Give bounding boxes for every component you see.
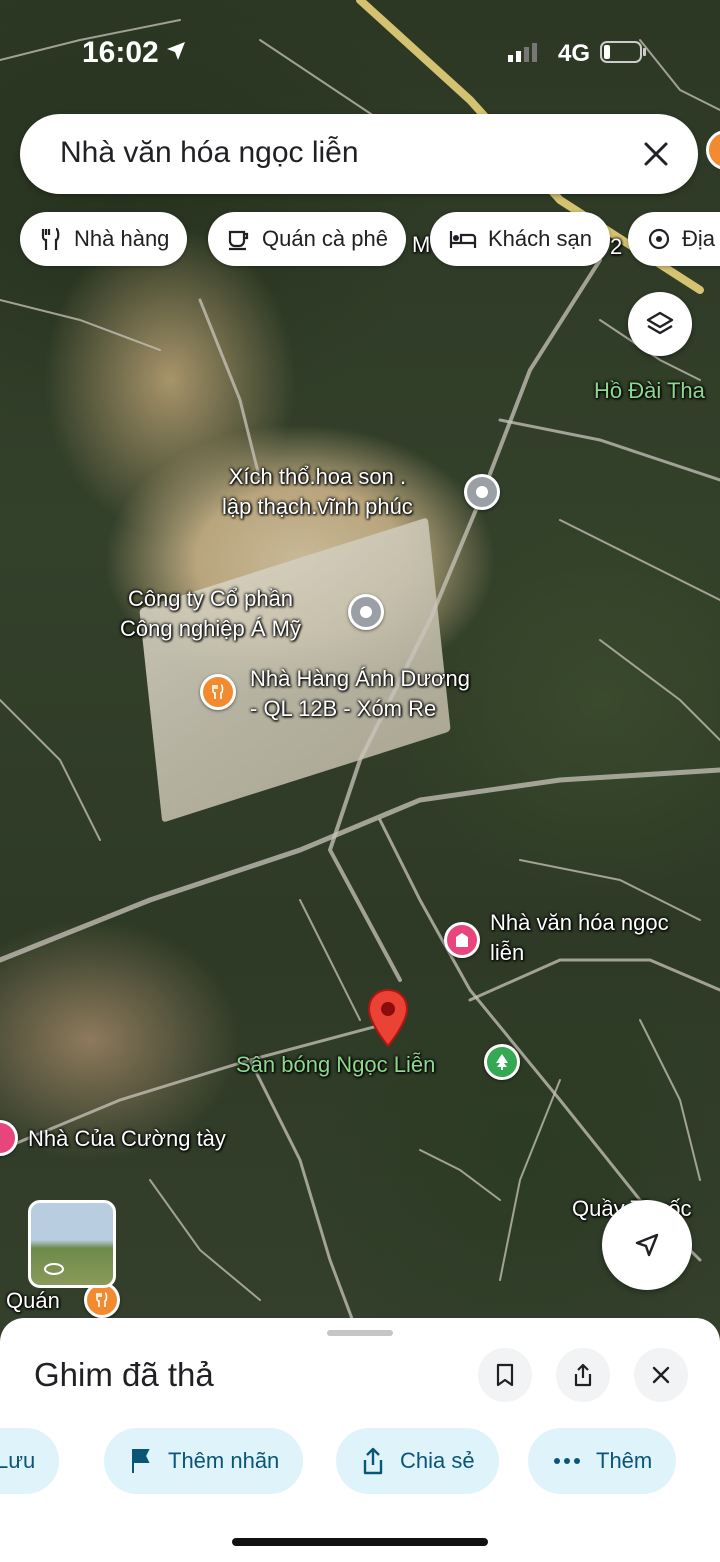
more-action-button[interactable]: Thêm	[528, 1428, 677, 1494]
map-label-partial-m: M	[412, 232, 431, 257]
more-icon	[554, 1458, 580, 1464]
map-label-ho-dai[interactable]: Hồ Đài Tha	[594, 376, 705, 406]
poi-pin-culture[interactable]	[444, 922, 480, 958]
location-arrow-icon	[167, 42, 185, 60]
poi-pin-park[interactable]	[484, 1044, 520, 1080]
status-bar: 16:02 4G	[0, 0, 720, 100]
action-label: Lưu	[0, 1448, 36, 1473]
share-action-button[interactable]: Chia sẻ	[336, 1428, 499, 1494]
poi-pin-restaurant[interactable]	[200, 674, 236, 710]
poi-pin-gray[interactable]	[348, 594, 384, 630]
dot-icon	[360, 606, 372, 618]
chip-attractions[interactable]: Địa	[628, 212, 720, 266]
action-label: Thêm nhãn	[168, 1448, 280, 1473]
action-label: Chia sẻ	[400, 1448, 475, 1473]
close-icon	[652, 1366, 670, 1384]
chip-coffee[interactable]: Quán cà phê	[208, 212, 406, 266]
restaurant-icon	[212, 684, 224, 699]
chip-label: Nhà hàng	[74, 226, 170, 251]
hotel-icon	[449, 231, 477, 248]
rotate-360-icon	[44, 1263, 64, 1275]
close-sheet-button[interactable]	[634, 1348, 688, 1402]
dropped-pin-icon[interactable]	[366, 988, 410, 1050]
map-view[interactable]: Hồ Đài Tha Xích thổ.hoa son . lập thạch.…	[0, 0, 720, 1340]
save-icon-button[interactable]	[478, 1348, 532, 1402]
share-icon-button[interactable]	[556, 1348, 610, 1402]
building-icon	[456, 933, 468, 947]
save-action-button[interactable]: Lưu	[0, 1428, 60, 1494]
sheet-drag-handle[interactable]	[327, 1330, 393, 1336]
tree-icon	[496, 1054, 508, 1070]
chip-label: Địa	[682, 226, 716, 251]
add-label-action-button[interactable]: Thêm nhãn	[104, 1428, 304, 1494]
map-label-partial-2: 2	[610, 234, 623, 259]
action-label: Thêm	[596, 1448, 653, 1473]
coffee-icon	[228, 230, 249, 251]
restaurant-icon	[41, 227, 60, 250]
chip-label: Quán cà phê	[262, 226, 388, 251]
chip-hotels[interactable]: Khách sạn	[430, 212, 610, 266]
map-label-xich-tho[interactable]: Xích thổ.hoa son . lập thạch.vĩnh phúc	[222, 462, 413, 522]
map-label-quan[interactable]: Quán	[6, 1286, 60, 1316]
poi-pin-gray[interactable]	[464, 474, 500, 510]
close-icon[interactable]	[636, 134, 676, 174]
flag-icon	[132, 1449, 150, 1473]
restaurant-icon	[96, 1292, 108, 1307]
map-label-cong-ty[interactable]: Công ty Cổ phần Công nghiệp Á Mỹ	[120, 584, 301, 644]
layers-button[interactable]	[628, 292, 692, 356]
share-icon	[363, 1447, 383, 1475]
chip-restaurants[interactable]: Nhà hàng	[20, 212, 188, 266]
signal-icon	[508, 43, 537, 62]
search-query[interactable]: Nhà văn hóa ngọc liễn	[60, 136, 359, 170]
status-time: 16:02	[82, 36, 159, 69]
street-view-thumbnail[interactable]	[28, 1200, 116, 1288]
map-label-nha-van-hoa[interactable]: Nhà văn hóa ngọc liễn	[490, 908, 669, 968]
home-indicator[interactable]	[232, 1538, 488, 1546]
sheet-title: Ghim đã thả	[34, 1356, 214, 1393]
dot-icon	[476, 486, 488, 498]
network-type: 4G	[558, 40, 591, 67]
search-bar[interactable]: Nhà văn hóa ngọc liễn	[20, 114, 698, 194]
attraction-icon	[648, 228, 670, 250]
share-icon	[574, 1363, 592, 1387]
chip-label: Khách sạn	[488, 226, 592, 251]
battery-icon	[600, 41, 646, 63]
map-label-nha-cua[interactable]: Nhà Của Cường tày	[28, 1124, 226, 1154]
layers-icon	[646, 311, 674, 335]
bookmark-icon	[496, 1363, 514, 1387]
place-bottom-sheet[interactable]: Ghim đã thả Lưu Thêm nhãn Chia sẻ Thêm	[0, 1318, 720, 1562]
my-location-button[interactable]	[602, 1200, 692, 1290]
map-label-san-bong[interactable]: Sân bóng Ngọc Liễn	[236, 1050, 435, 1080]
map-label-nha-hang[interactable]: Nhà Hàng Ánh Dương - QL 12B - Xóm Re	[250, 664, 470, 724]
navigation-arrow-icon	[635, 1233, 659, 1257]
